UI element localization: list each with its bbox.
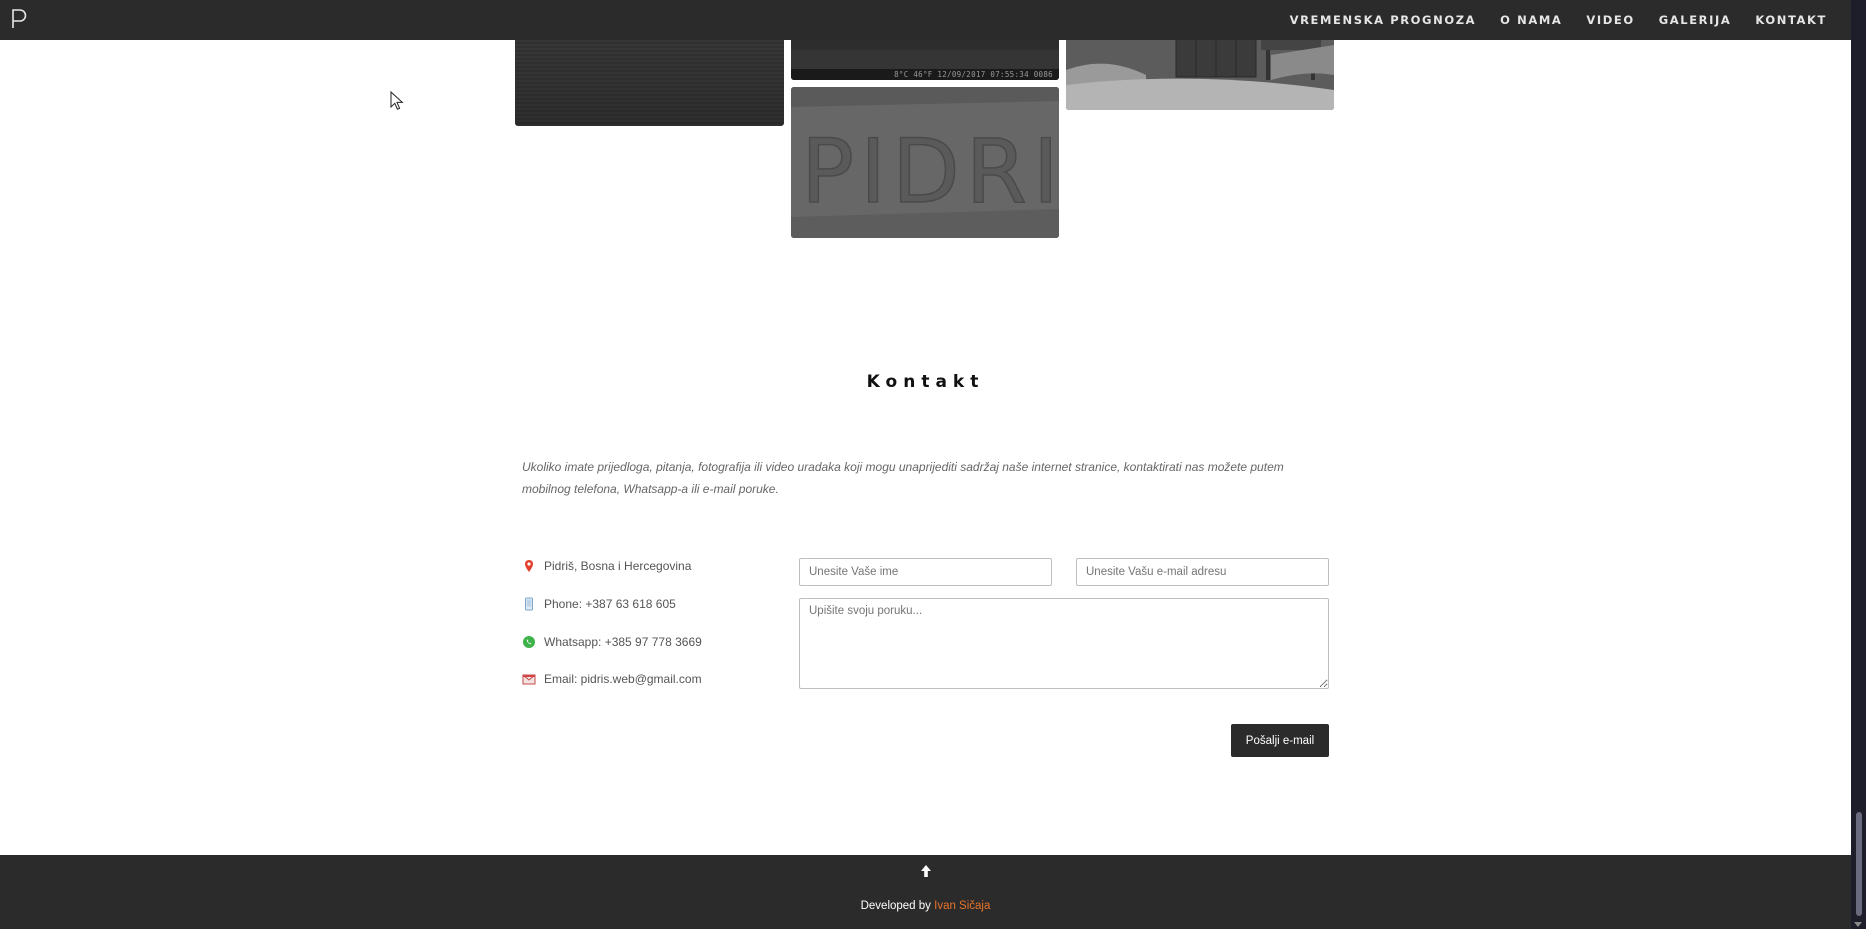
credit-author-link[interactable]: Ivan Sičaja: [934, 900, 990, 912]
p-logo-icon[interactable]: [11, 8, 27, 30]
scroll-down-arrow-icon[interactable]: [1854, 922, 1862, 927]
phone-icon: [522, 597, 536, 611]
contact-info-location-text: Pidriš, Bosna i Hercegovina: [544, 559, 692, 573]
nav-menu: VREMENSKA PROGNOZA O NAMA VIDEO GALERIJA…: [1266, 0, 1827, 40]
contact-intro-text: Ukoliko imate prijedloga, pitanja, fotog…: [522, 460, 1284, 496]
contact-info-whatsapp: Whatsapp: +385 97 778 3669: [522, 635, 702, 649]
camera-timestamp: 8°C 46°F 12/09/2017 07:55:34 0086: [894, 70, 1053, 79]
footer: Developed by Ivan Sičaja: [0, 855, 1851, 929]
message-textarea[interactable]: [799, 598, 1329, 689]
name-input[interactable]: [799, 558, 1052, 586]
page-scrollbar[interactable]: [1851, 0, 1866, 929]
contact-info-location: Pidriš, Bosna i Hercegovina: [522, 559, 691, 573]
location-pin-icon: [522, 559, 536, 573]
nav-item-vremenska-prognoza[interactable]: VREMENSKA PROGNOZA: [1290, 13, 1477, 27]
pidris-sign-graphic: PIDRIŠ: [791, 87, 1059, 238]
contact-info-email: Email: pidris.web@gmail.com: [522, 672, 702, 686]
contact-section-title: Kontakt: [866, 372, 985, 392]
contact-info-phone-text: Phone: +387 63 618 605: [544, 597, 676, 611]
gallery-photo-pidris-sign[interactable]: PIDRIŠ: [791, 87, 1059, 238]
nav-item-o-nama[interactable]: O NAMA: [1500, 13, 1562, 27]
nav-item-kontakt[interactable]: KONTAKT: [1755, 13, 1827, 27]
svg-text:PIDRIŠ: PIDRIŠ: [801, 120, 1059, 223]
scrollbar-thumb[interactable]: [1856, 812, 1862, 916]
footer-credit: Developed by Ivan Sičaja: [0, 900, 1851, 912]
contact-info-email-text: Email: pidris.web@gmail.com: [544, 672, 702, 686]
contact-info-whatsapp-text: Whatsapp: +385 97 778 3669: [544, 635, 702, 649]
nav-item-video[interactable]: VIDEO: [1586, 13, 1634, 27]
mouse-cursor-icon: [390, 91, 404, 110]
contact-info-phone: Phone: +387 63 618 605: [522, 597, 676, 611]
top-navbar: VREMENSKA PROGNOZA O NAMA VIDEO GALERIJA…: [0, 0, 1851, 40]
arrow-up-icon[interactable]: [918, 863, 934, 879]
send-email-button[interactable]: Pošalji e-mail: [1231, 724, 1329, 757]
credit-prefix: Developed by: [860, 900, 935, 912]
email-input[interactable]: [1076, 558, 1329, 586]
email-icon: [522, 672, 536, 686]
nav-item-galerija[interactable]: GALERIJA: [1659, 13, 1732, 27]
whatsapp-icon: [522, 635, 536, 649]
